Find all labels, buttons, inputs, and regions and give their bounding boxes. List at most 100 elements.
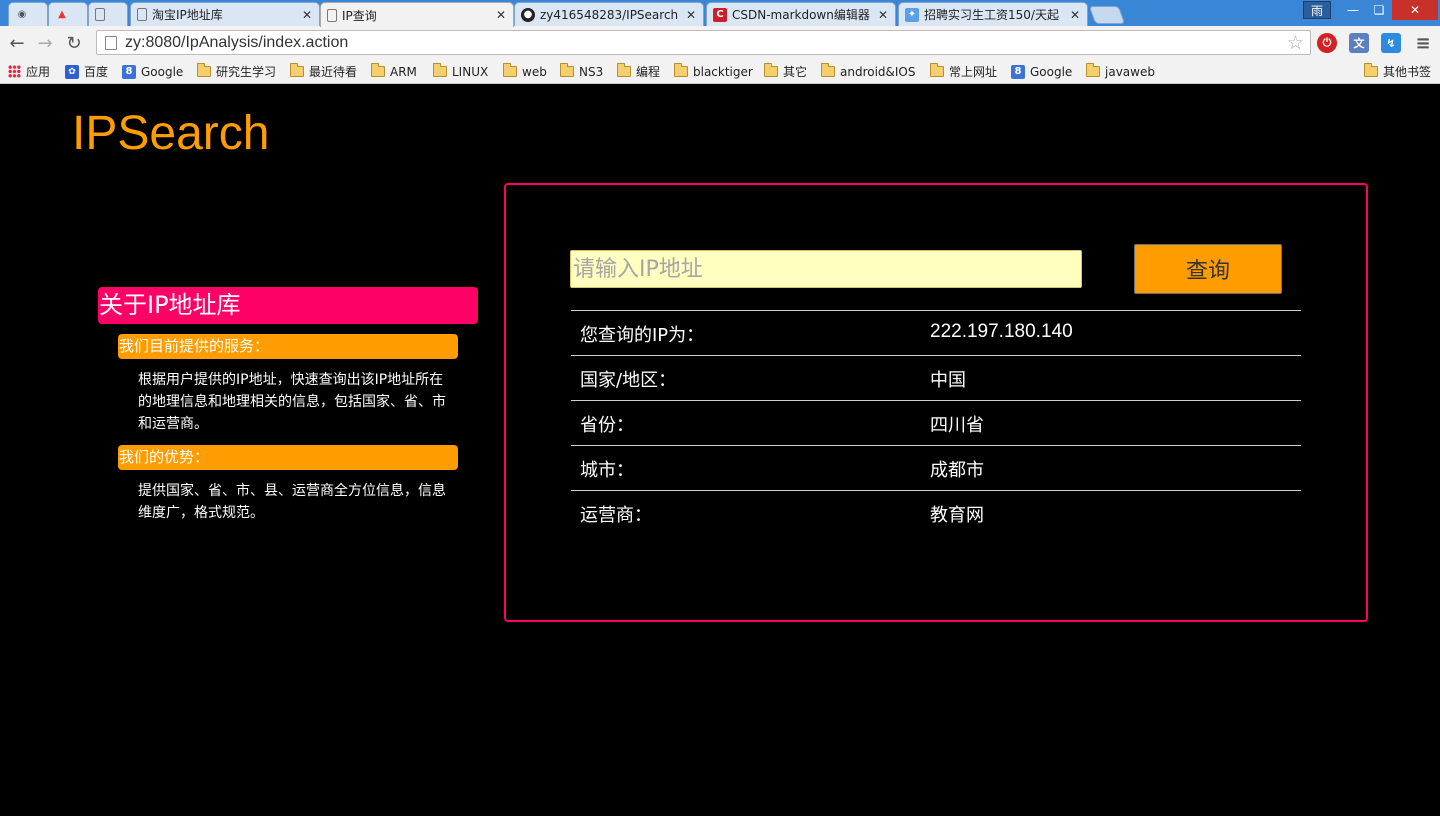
tab-title: IP查询 (342, 8, 377, 23)
bookmark-folder[interactable]: 常上网址 (930, 63, 997, 80)
tab-csdn[interactable]: C CSDN-markdown编辑器 ✕ (706, 2, 896, 26)
folder-icon (560, 63, 574, 77)
tab-taobao-ip[interactable]: 淘宝IP地址库 ✕ (130, 2, 320, 26)
url-text: zy:8080/IpAnalysis/index.action (125, 33, 349, 51)
close-icon[interactable]: ✕ (301, 8, 313, 22)
back-button[interactable]: ← (6, 32, 28, 54)
bookmark-google[interactable]: 8 Google (122, 63, 183, 80)
github-icon: ● (521, 7, 535, 22)
bookmark-folder[interactable]: blacktiger (674, 63, 753, 80)
bookmark-folder[interactable]: 编程 (617, 63, 660, 80)
adblock-extension-icon[interactable]: ⏻ (1317, 33, 1337, 53)
page-icon (137, 8, 147, 21)
google-icon: 8 (1011, 64, 1025, 79)
result-label: 省份： (580, 415, 634, 436)
result-row-country: 国家/地区： 中国 (571, 355, 1301, 400)
advantages-heading: 我们的优势： (118, 445, 458, 470)
tab-strip: ◉ ▲ 淘宝IP地址库 ✕ IP查询 ✕ ● zy416548283/IPSea… (0, 0, 1440, 27)
bookmark-google[interactable]: 8 Google (1011, 63, 1072, 80)
about-heading: 关于IP地址库 (98, 287, 478, 324)
tab-recruit[interactable]: ✦ 招聘实习生工资150/天起 ✕ (898, 2, 1088, 26)
close-icon[interactable]: ✕ (495, 8, 507, 22)
reload-icon: ↻ (66, 32, 82, 54)
folder-icon (197, 63, 211, 77)
folder-icon (617, 63, 631, 77)
bookmark-folder[interactable]: android&IOS (821, 63, 916, 80)
extension-icon[interactable]: ↯ (1381, 33, 1401, 53)
result-value: 四川省 (930, 415, 984, 436)
result-table: 您查询的IP为： 222.197.180.140 国家/地区： 中国 省份： 四… (571, 310, 1301, 535)
bookmark-baidu[interactable]: ✿ 百度 (65, 63, 108, 80)
result-label: 您查询的IP为： (580, 325, 705, 346)
folder-icon (371, 63, 385, 77)
menu-icon[interactable]: ≡ (1413, 33, 1433, 54)
result-row-isp: 运营商： 教育网 (571, 490, 1301, 535)
ip-search-input[interactable] (570, 250, 1082, 288)
tab-pinned-page[interactable] (88, 2, 128, 26)
ime-indicator[interactable]: 雨 (1303, 1, 1331, 19)
bookmark-folder[interactable]: 研究生学习 (197, 63, 276, 80)
bookmark-apps[interactable]: 应用 (8, 63, 50, 80)
result-label: 国家/地区： (580, 370, 677, 391)
folder-icon (930, 63, 944, 77)
minimize-button[interactable]: — (1340, 0, 1366, 20)
result-row-ip: 您查询的IP为： 222.197.180.140 (571, 310, 1301, 355)
bookmark-other[interactable]: 其他书签 (1364, 63, 1431, 80)
tab-github[interactable]: ● zy416548283/IPSearch ✕ (514, 2, 704, 26)
folder-icon (1364, 63, 1378, 77)
apps-grid-icon (8, 65, 21, 78)
result-row-province: 省份： 四川省 (571, 400, 1301, 445)
result-value: 教育网 (930, 505, 984, 526)
folder-icon (503, 63, 517, 77)
bird-icon: ✦ (905, 7, 919, 22)
query-button[interactable]: 查询 (1134, 244, 1282, 294)
address-bar[interactable]: zy:8080/IpAnalysis/index.action ☆ (96, 30, 1311, 55)
google-icon: 8 (122, 64, 136, 79)
page-icon (327, 8, 337, 22)
close-icon[interactable]: ✕ (877, 8, 889, 22)
folder-icon (433, 63, 447, 77)
flame-icon: ▲ (58, 9, 66, 20)
folder-icon (290, 63, 304, 77)
tab-title: CSDN-markdown编辑器 (732, 8, 870, 22)
bookmark-folder[interactable]: ARM (371, 63, 417, 80)
reload-button[interactable]: ↻ (63, 32, 85, 54)
tab-title: 淘宝IP地址库 (152, 8, 223, 22)
result-value: 成都市 (930, 460, 984, 481)
bookmark-folder[interactable]: 其它 (764, 63, 807, 80)
folder-icon (1086, 63, 1100, 77)
tab-pinned-fox[interactable]: ◉ (8, 2, 48, 26)
result-value: 中国 (930, 370, 966, 391)
tab-title: 招聘实习生工资150/天起 (924, 8, 1059, 22)
arrow-left-icon: ← (9, 32, 25, 54)
new-tab-button[interactable] (1088, 6, 1126, 24)
result-label: 城市： (580, 460, 634, 481)
page-icon (95, 8, 105, 21)
bookmark-folder[interactable]: web (503, 63, 547, 80)
page-icon (105, 35, 117, 50)
translate-extension-icon[interactable]: 文 (1349, 33, 1369, 53)
folder-icon (674, 63, 688, 77)
close-window-button[interactable]: ✕ (1392, 0, 1438, 20)
bookmark-folder[interactable]: javaweb (1086, 63, 1155, 80)
browser-toolbar: ← → ↻ zy:8080/IpAnalysis/index.action ☆ … (0, 26, 1440, 59)
tab-pinned-flame[interactable]: ▲ (48, 2, 88, 26)
bookmarks-bar: 应用 ✿ 百度 8 Google 研究生学习 最近待看 ARM LINUX web … (0, 59, 1440, 84)
close-icon[interactable]: ✕ (685, 8, 697, 22)
services-heading: 我们目前提供的服务： (118, 334, 458, 359)
tab-ip-query[interactable]: IP查询 ✕ (320, 2, 514, 27)
site-logo: IPSearch (72, 107, 270, 160)
fox-icon: ◉ (17, 9, 27, 20)
forward-button[interactable]: → (34, 32, 56, 54)
baidu-paw-icon: ✿ (65, 64, 79, 79)
bookmark-folder[interactable]: LINUX (433, 63, 488, 80)
bookmark-folder[interactable]: NS3 (560, 63, 603, 80)
advantages-text: 提供国家、省、市、县、运营商全方位信息，信息维度广，格式规范。 (138, 483, 446, 521)
folder-icon (821, 63, 835, 77)
star-icon[interactable]: ☆ (1287, 32, 1304, 54)
close-icon[interactable]: ✕ (1069, 8, 1081, 22)
csdn-icon: C (713, 7, 727, 22)
bookmark-folder[interactable]: 最近待看 (290, 63, 357, 80)
result-value: 222.197.180.140 (930, 321, 1073, 342)
restore-button[interactable]: ❏ (1366, 0, 1392, 20)
